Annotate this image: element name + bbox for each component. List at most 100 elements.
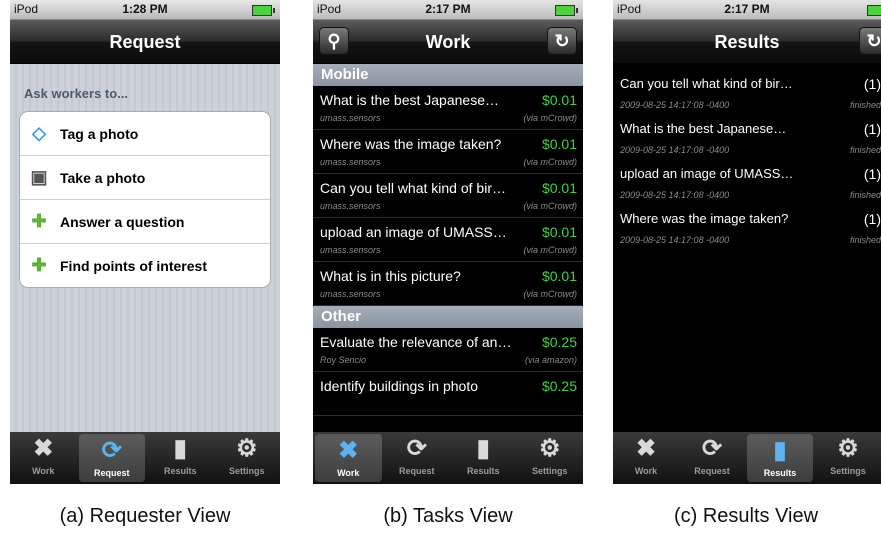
tab-results[interactable]: ▮ Results — [147, 432, 214, 484]
clipboard-icon: ▮ — [476, 435, 490, 462]
tab-work[interactable]: ✖ Work — [315, 434, 382, 482]
task-owner: Roy Sencio — [320, 355, 367, 365]
page-title: Work — [425, 32, 471, 52]
task-source: (via mCrowd) — [523, 245, 577, 255]
requester-view-screen: iPod 1:28 PM Request Ask workers to... ◇… — [10, 0, 280, 484]
task-owner: umass.sensors — [320, 201, 381, 211]
result-date: 2009-08-25 14:17:08 -0400 — [620, 235, 730, 245]
results-list: Can you tell what kind of bir… (1) 2009-… — [613, 64, 881, 432]
task-title: Identify buildings in photo — [320, 378, 478, 394]
caption-tasks-view: (b) Tasks View — [383, 505, 513, 527]
puzzle-icon: ✚ — [31, 211, 47, 231]
tab-bar: ✖ Work ⟳ Request ▮ Results ⚙ Settings — [313, 432, 583, 484]
task-title: Can you tell what kind of bir… — [320, 180, 506, 196]
page-title: Request — [109, 32, 181, 52]
wrench-icon: ✖ — [635, 435, 657, 462]
gear-icon: ⚙ — [837, 435, 859, 462]
result-status: finished — [849, 100, 881, 110]
task-source: (via mCrowd) — [523, 157, 577, 167]
task-price: $0.25 — [541, 378, 577, 394]
section-heading: Ask workers to... — [24, 86, 129, 101]
task-row[interactable]: What is in this picture? $0.01 umass.sen… — [313, 262, 583, 306]
battery-icon — [867, 5, 881, 16]
task-row[interactable]: Identify buildings in photo $0.25 — [313, 372, 583, 416]
task-title: What is in this picture? — [320, 268, 461, 284]
gear-icon: ⚙ — [235, 435, 258, 462]
result-row[interactable]: What is the best Japanese… (1) 2009-08-2… — [613, 115, 881, 160]
result-count: (1) — [863, 121, 881, 137]
tab-work[interactable]: ✖ Work — [613, 432, 679, 484]
results-view-screen: iPod 2:17 PM Results ↻ Can you tell what… — [613, 0, 881, 484]
result-count: (1) — [863, 76, 881, 92]
tab-request[interactable]: ⟳ Request — [679, 432, 745, 484]
page-title: Results — [714, 32, 780, 52]
request-item-label: Take a photo — [60, 169, 146, 186]
result-date: 2009-08-25 14:17:08 -0400 — [620, 145, 730, 155]
refresh-icon: ↻ — [554, 31, 570, 51]
tab-results[interactable]: ▮ Results — [450, 432, 517, 484]
tab-request[interactable]: ⟳ Request — [384, 432, 451, 484]
status-bar: iPod 2:17 PM — [613, 0, 881, 20]
tab-results[interactable]: ▮ Results — [747, 434, 813, 482]
task-price: $0.01 — [541, 268, 577, 284]
task-owner: umass.sensors — [320, 157, 381, 167]
task-owner: umass.sensors — [320, 289, 381, 299]
request-options-group: ◇ Tag a photo ▣ Take a photo ✚ Answer a … — [19, 111, 271, 288]
caption-results-view: (c) Results View — [673, 505, 819, 527]
result-title: Where was the image taken? — [620, 211, 789, 226]
request-item-label: Find points of interest — [60, 257, 207, 274]
clipboard-icon: ▮ — [773, 437, 787, 464]
task-title: Evaluate the relevance of an… — [320, 334, 512, 350]
task-price: $0.01 — [541, 136, 577, 152]
nav-bar: Results ↻ — [613, 20, 881, 64]
battery-icon — [252, 5, 275, 16]
tag-icon: ◇ — [32, 123, 46, 143]
task-owner: umass.sensors — [320, 245, 381, 255]
refresh-button[interactable]: ↻ — [859, 27, 881, 55]
search-button[interactable]: ⚲ — [319, 27, 349, 55]
task-price: $0.25 — [541, 334, 577, 350]
task-title: upload an image of UMASS… — [320, 224, 507, 240]
refresh-button[interactable]: ↻ — [547, 27, 577, 55]
tab-bar: ✖ Work ⟳ Request ▮ Results ⚙ Settings — [10, 432, 280, 484]
task-source: (via mCrowd) — [523, 289, 577, 299]
wrench-icon: ✖ — [338, 437, 359, 464]
task-row[interactable]: Evaluate the relevance of an… $0.25 Roy … — [313, 328, 583, 372]
result-row[interactable]: upload an image of UMASS… (1) 2009-08-25… — [613, 160, 881, 205]
puzzle-icon: ✚ — [31, 255, 47, 275]
result-count: (1) — [863, 166, 881, 182]
camera-icon: ▣ — [30, 167, 48, 187]
request-item-find-poi[interactable]: ✚ Find points of interest — [20, 244, 270, 287]
tab-settings[interactable]: ⚙ Settings — [815, 432, 881, 484]
tab-request[interactable]: ⟳ Request — [78, 434, 145, 482]
task-price: $0.01 — [541, 224, 577, 240]
section-header-mobile: Mobile — [313, 64, 583, 86]
task-row[interactable]: What is the best Japanese… $0.01 umass.s… — [313, 86, 583, 130]
result-date: 2009-08-25 14:17:08 -0400 — [620, 190, 730, 200]
request-item-tag-photo[interactable]: ◇ Tag a photo — [20, 112, 270, 156]
request-item-answer-question[interactable]: ✚ Answer a question — [20, 200, 270, 244]
result-row[interactable]: Where was the image taken? (1) 2009-08-2… — [613, 205, 881, 250]
task-row[interactable]: Where was the image taken? $0.01 umass.s… — [313, 130, 583, 174]
request-item-label: Answer a question — [60, 213, 185, 230]
status-time: 2:17 PM — [724, 2, 770, 16]
tab-bar: ✖ Work ⟳ Request ▮ Results ⚙ Settings — [613, 432, 881, 484]
tab-work[interactable]: ✖ Work — [10, 432, 77, 484]
result-date: 2009-08-25 14:17:08 -0400 — [620, 100, 730, 110]
tasks-view-screen: iPod 2:17 PM ⚲ Work ↻ Mobile What is the… — [313, 0, 583, 484]
tab-settings[interactable]: ⚙ Settings — [517, 432, 584, 484]
tab-settings[interactable]: ⚙ Settings — [214, 432, 281, 484]
battery-icon — [555, 5, 578, 16]
task-row[interactable]: Can you tell what kind of bir… $0.01 uma… — [313, 174, 583, 218]
result-status: finished — [849, 145, 881, 155]
task-row[interactable]: upload an image of UMASS… $0.01 umass.se… — [313, 218, 583, 262]
request-item-take-photo[interactable]: ▣ Take a photo — [20, 156, 270, 200]
status-time: 1:28 PM — [122, 2, 168, 16]
status-bar: iPod 2:17 PM — [313, 0, 583, 20]
task-price: $0.01 — [541, 180, 577, 196]
task-owner: umass.sensors — [320, 113, 381, 123]
clipboard-icon: ▮ — [173, 435, 187, 462]
task-price: $0.01 — [541, 92, 577, 108]
result-count: (1) — [863, 211, 881, 227]
result-row[interactable]: Can you tell what kind of bir… (1) 2009-… — [613, 70, 881, 115]
